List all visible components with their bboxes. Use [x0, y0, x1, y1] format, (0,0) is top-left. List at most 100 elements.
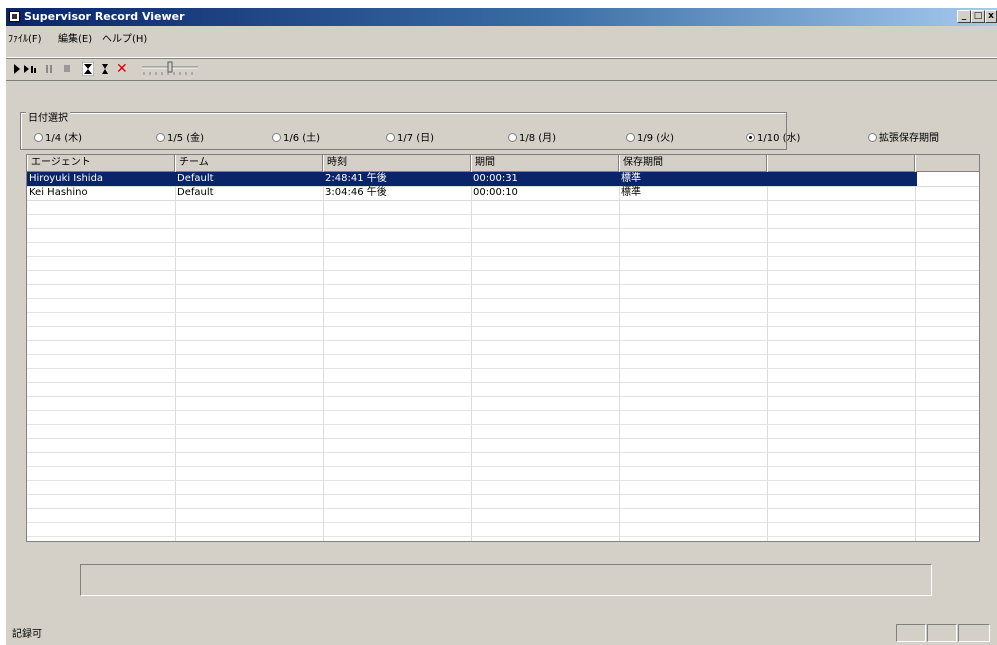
- radio-date-2[interactable]: 1/6 (土): [272, 129, 320, 144]
- date-group-label: 日付選択: [26, 109, 70, 124]
- grid-line: [27, 494, 979, 495]
- grid-line: [27, 326, 979, 327]
- radio-dot[interactable]: [272, 133, 281, 142]
- delete-icon[interactable]: ✕: [116, 62, 128, 76]
- menu-help[interactable]: ヘルプ(H): [102, 30, 147, 45]
- grid-line: [27, 340, 979, 341]
- cell-time: 2:48:41 午後: [325, 173, 387, 184]
- status-panel: [896, 624, 926, 642]
- cell-agent: Kei Hashino: [29, 187, 88, 198]
- cell-duration: 00:00:10: [473, 187, 518, 198]
- menu-bar: ﾌｧｲﾙ(F) 編集(E) ヘルプ(H): [6, 28, 997, 45]
- radio-dot[interactable]: [868, 133, 877, 142]
- radio-dot[interactable]: [386, 133, 395, 142]
- radio-label: 1/5 (金): [167, 133, 205, 144]
- radio-label: 1/9 (火): [637, 133, 675, 144]
- table-header: エージェント チーム 時刻 期間 保存期間: [27, 155, 979, 172]
- cell-time: 3:04:46 午後: [325, 187, 387, 198]
- radio-label: 1/6 (土): [283, 133, 321, 144]
- radio-dot[interactable]: [156, 133, 165, 142]
- volume-slider[interactable]: [140, 61, 200, 75]
- toolbar: ✕: [6, 57, 997, 81]
- radio-label: 1/10 (水): [757, 133, 801, 144]
- column-header-team[interactable]: チーム: [175, 155, 323, 171]
- radio-label: 1/8 (月): [519, 133, 557, 144]
- minimize-button[interactable]: _: [957, 10, 971, 23]
- menu-file[interactable]: ﾌｧｲﾙ(F): [8, 30, 42, 45]
- grid-line: [27, 382, 979, 383]
- grid-line: [27, 214, 979, 215]
- hourglass-icon[interactable]: [82, 62, 94, 76]
- radio-date-1[interactable]: 1/5 (金): [156, 129, 204, 144]
- column-divider: [767, 171, 768, 541]
- app-icon: [9, 11, 20, 22]
- cell-team: Default: [177, 173, 214, 184]
- radio-date-0[interactable]: 1/4 (木): [34, 129, 82, 144]
- radio-date-3[interactable]: 1/7 (日): [386, 129, 434, 144]
- table-row[interactable]: Kei Hashino Default 3:04:46 午後 00:00:10 …: [27, 186, 979, 201]
- grid-line: [27, 368, 979, 369]
- column-header-extra[interactable]: [767, 155, 915, 171]
- radio-date-5[interactable]: 1/9 (火): [626, 129, 674, 144]
- cell-retention: 標準: [621, 173, 641, 184]
- grid-line: [27, 466, 979, 467]
- menu-edit[interactable]: 編集(E): [58, 30, 92, 45]
- status-text: 記録可: [12, 629, 42, 640]
- app-window: Supervisor Record Viewer _ □ x ﾌｧｲﾙ(F) 編…: [6, 8, 997, 645]
- table-row[interactable]: Hiroyuki Ishida Default 2:48:41 午後 00:00…: [27, 172, 979, 187]
- message-field: [80, 564, 932, 596]
- radio-label: 1/7 (日): [397, 133, 435, 144]
- radio-dot[interactable]: [34, 133, 43, 142]
- hourglass-small-icon[interactable]: [100, 62, 110, 76]
- grid-line: [27, 424, 979, 425]
- grid-line: [27, 242, 979, 243]
- grid-line: [27, 256, 979, 257]
- radio-dot-selected[interactable]: [746, 133, 755, 142]
- play-next-icon[interactable]: [23, 62, 39, 76]
- grid-line: [27, 438, 979, 439]
- cell-duration: 00:00:31: [473, 173, 518, 184]
- cell-team: Default: [177, 187, 214, 198]
- column-header-filler: [915, 155, 979, 171]
- radio-label: 拡張保存期間: [879, 133, 939, 144]
- grid-line: [27, 284, 979, 285]
- status-panel: [927, 624, 957, 642]
- records-table: エージェント チーム 時刻 期間 保存期間 Hiroyuki Ishida De…: [26, 154, 980, 542]
- radio-extended-retention[interactable]: 拡張保存期間: [868, 129, 939, 144]
- grid-line: [27, 536, 979, 537]
- column-divider: [323, 171, 324, 541]
- column-divider: [915, 171, 916, 541]
- radio-dot[interactable]: [508, 133, 517, 142]
- column-header-time[interactable]: 時刻: [323, 155, 471, 171]
- column-header-retention[interactable]: 保存期間: [619, 155, 767, 171]
- title-bar: Supervisor Record Viewer _ □ x: [6, 8, 997, 26]
- cell-agent: Hiroyuki Ishida: [29, 173, 104, 184]
- radio-date-6[interactable]: 1/10 (水): [746, 129, 800, 144]
- grid-line: [27, 522, 979, 523]
- column-header-duration[interactable]: 期間: [471, 155, 619, 171]
- column-header-agent[interactable]: エージェント: [27, 155, 175, 171]
- play-icon[interactable]: [12, 62, 22, 76]
- radio-dot[interactable]: [626, 133, 635, 142]
- column-divider: [471, 171, 472, 541]
- grid-line: [27, 480, 979, 481]
- grid-line: [27, 354, 979, 355]
- grid-line: [27, 410, 979, 411]
- cell-retention: 標準: [621, 187, 641, 198]
- close-button[interactable]: x: [985, 10, 997, 23]
- stop-icon[interactable]: [62, 62, 72, 76]
- radio-label: 1/4 (木): [45, 133, 83, 144]
- grid-line: [27, 270, 979, 271]
- pause-icon[interactable]: [44, 62, 54, 76]
- status-panel: [958, 624, 990, 642]
- grid-line: [27, 508, 979, 509]
- grid-line: [27, 298, 979, 299]
- status-bar: [6, 620, 997, 645]
- window-title: Supervisor Record Viewer: [24, 10, 185, 23]
- maximize-button[interactable]: □: [971, 10, 985, 23]
- toolbar-divider: [6, 58, 997, 59]
- grid-line: [27, 452, 979, 453]
- column-divider: [619, 171, 620, 541]
- grid-line: [27, 396, 979, 397]
- radio-date-4[interactable]: 1/8 (月): [508, 129, 556, 144]
